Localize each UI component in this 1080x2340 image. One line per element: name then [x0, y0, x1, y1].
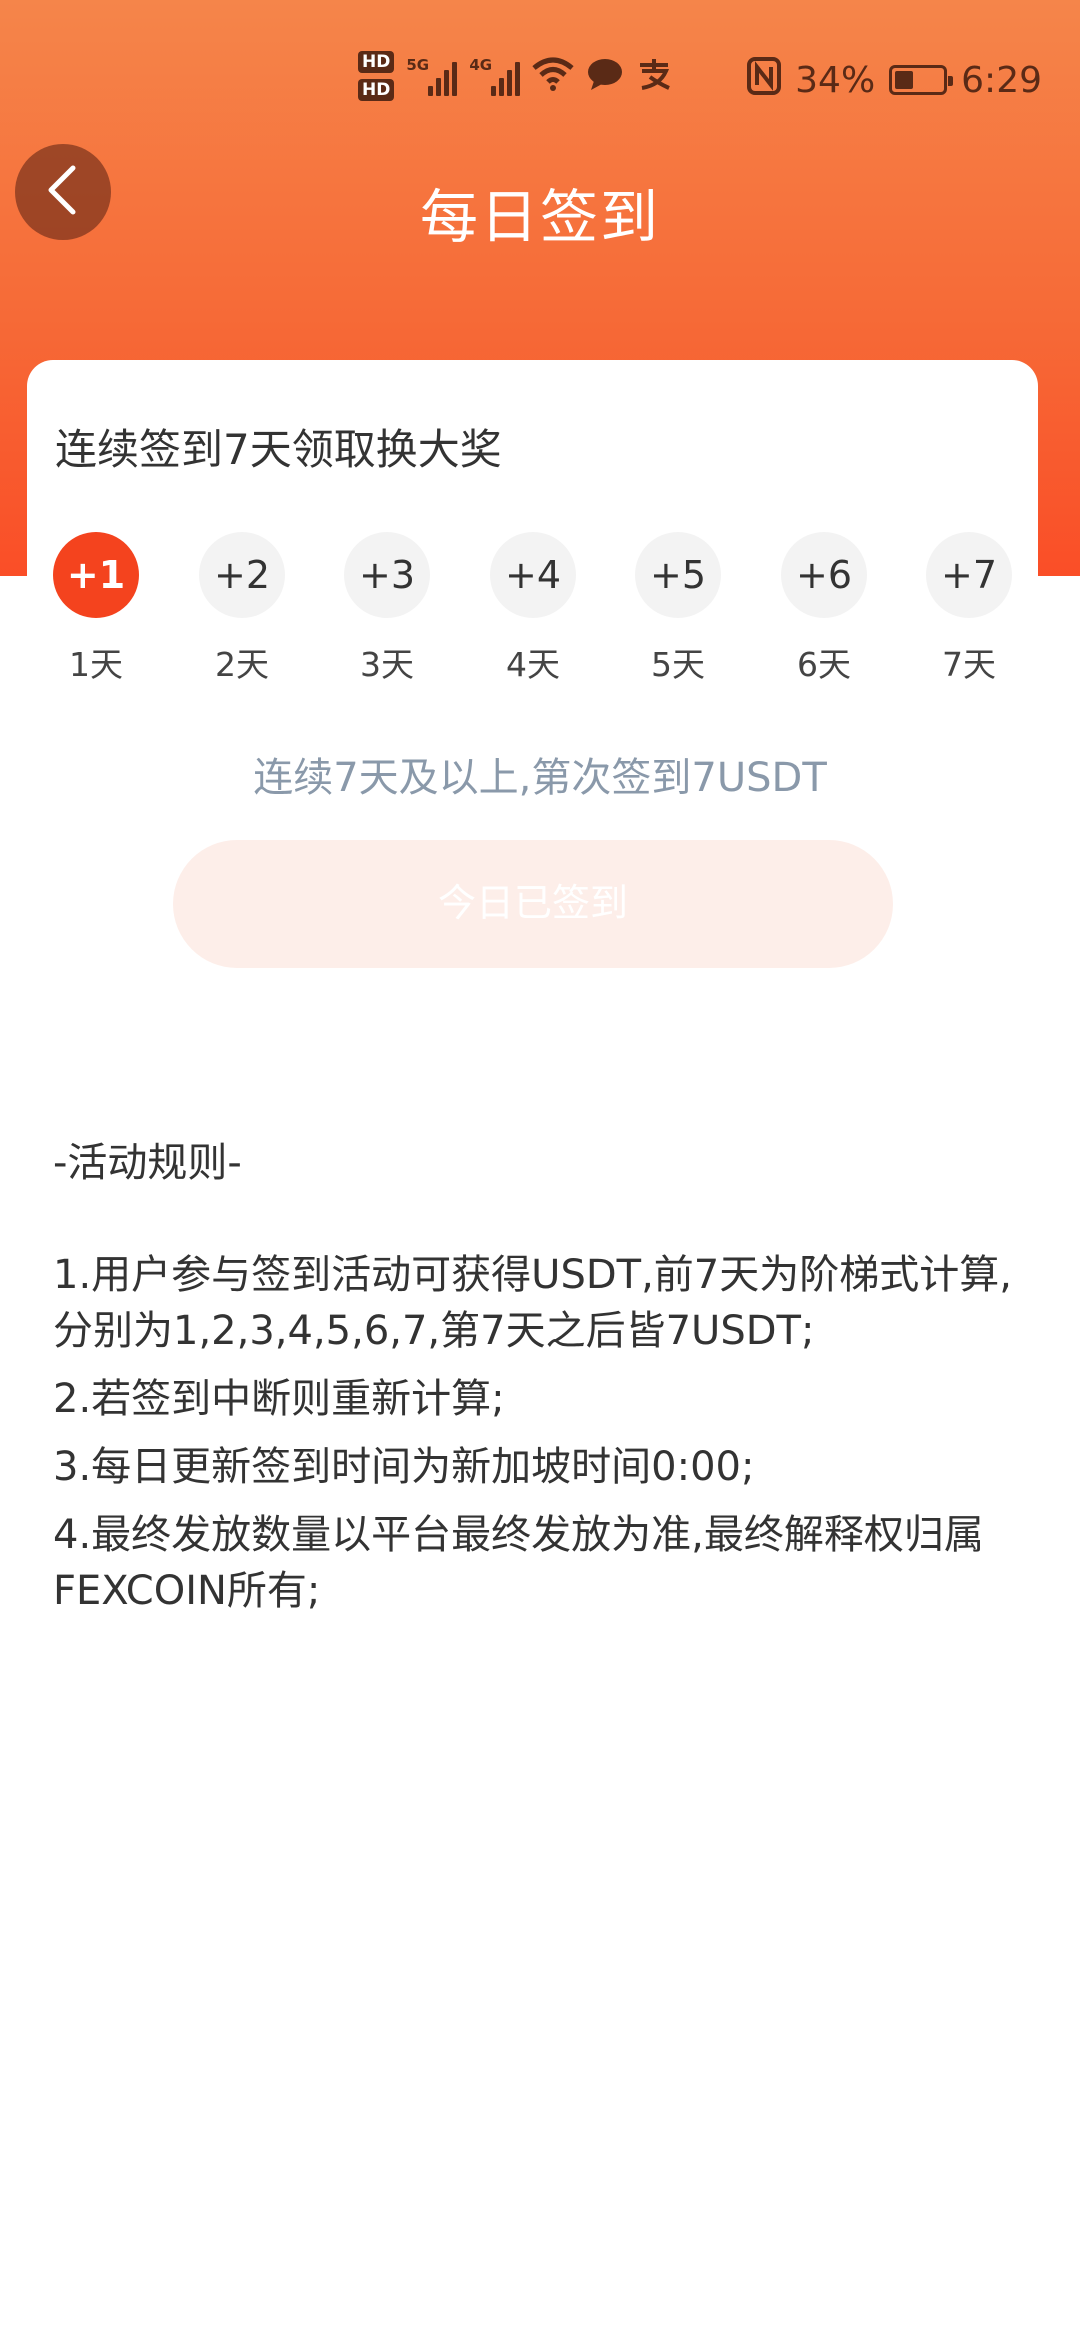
rule-item: 4.最终发放数量以平台最终发放为准,最终解释权归属FEXCOIN所有;	[53, 1512, 984, 1614]
hd2-icon: HD	[358, 79, 395, 101]
day-bonus: +6	[781, 532, 867, 618]
rule-item: 1.用户参与签到活动可获得USDT,前7天为阶梯式计算,分别为1,2,3,4,5…	[53, 1252, 1012, 1354]
day-item-2: +2 2天	[182, 532, 302, 692]
day-label: 4天	[506, 645, 560, 684]
signal-4g-icon: 4G	[469, 56, 521, 96]
day-label: 3天	[360, 645, 414, 684]
day-item-6: +6 6天	[764, 532, 884, 692]
day-label: 6天	[797, 645, 851, 684]
day-bonus: +4	[490, 532, 576, 618]
reward-hint: 连续7天及以上,第次签到7USDT	[253, 755, 827, 801]
day-list: +1 1天 +2 2天 +3 3天 +4 4天 +5 5天 +6 6天 +7 7…	[27, 532, 1038, 692]
status-bar: HD HD 5G 4G 34% 6:29	[0, 0, 1080, 150]
hd1-icon: HD	[358, 51, 395, 73]
day-item-4: +4 4天	[473, 532, 593, 692]
battery-icon	[889, 65, 954, 95]
day-item-7: +7 7天	[909, 532, 1029, 692]
alipay-icon	[636, 57, 672, 95]
day-bonus: +2	[199, 532, 285, 618]
signal-5g-icon: 5G	[406, 56, 458, 96]
page-title: 每日签到	[419, 183, 660, 251]
rules-section: -活动规则- 1.用户参与签到活动可获得USDT,前7天为阶梯式计算,分别为1,…	[53, 1135, 1033, 1631]
day-label: 2天	[215, 645, 269, 684]
status-left-icons: HD HD 5G 4G	[358, 48, 672, 104]
rules-title: -活动规则-	[53, 1140, 242, 1186]
message-icon	[586, 57, 624, 95]
hd-icons: HD HD	[358, 51, 395, 101]
day-item-5: +5 5天	[618, 532, 738, 692]
day-item-3: +3 3天	[327, 532, 447, 692]
signin-button[interactable]: 今日已签到	[173, 840, 893, 968]
day-label: 1天	[69, 645, 123, 684]
wifi-icon	[532, 56, 574, 96]
card-title: 连续签到7天领取换大奖	[55, 425, 502, 474]
battery-percent: 34%	[795, 59, 876, 101]
day-bonus: +7	[926, 532, 1012, 618]
clock-time: 6:29	[961, 59, 1042, 101]
rule-item: 3.每日更新签到时间为新加坡时间0:00;	[53, 1444, 755, 1490]
day-bonus: +5	[635, 532, 721, 618]
checkin-card: 连续签到7天领取换大奖 +1 1天 +2 2天 +3 3天 +4 4天 +5 5…	[27, 360, 1038, 720]
day-label: 7天	[942, 645, 996, 684]
rule-item: 2.若签到中断则重新计算;	[53, 1376, 505, 1422]
day-bonus: +3	[344, 532, 430, 618]
day-label: 5天	[651, 645, 705, 684]
day-item-1: +1 1天	[36, 532, 156, 692]
status-right-icons: 34% 6:29	[747, 52, 1042, 108]
day-bonus: +1	[53, 532, 139, 618]
nfc-icon	[747, 56, 782, 104]
